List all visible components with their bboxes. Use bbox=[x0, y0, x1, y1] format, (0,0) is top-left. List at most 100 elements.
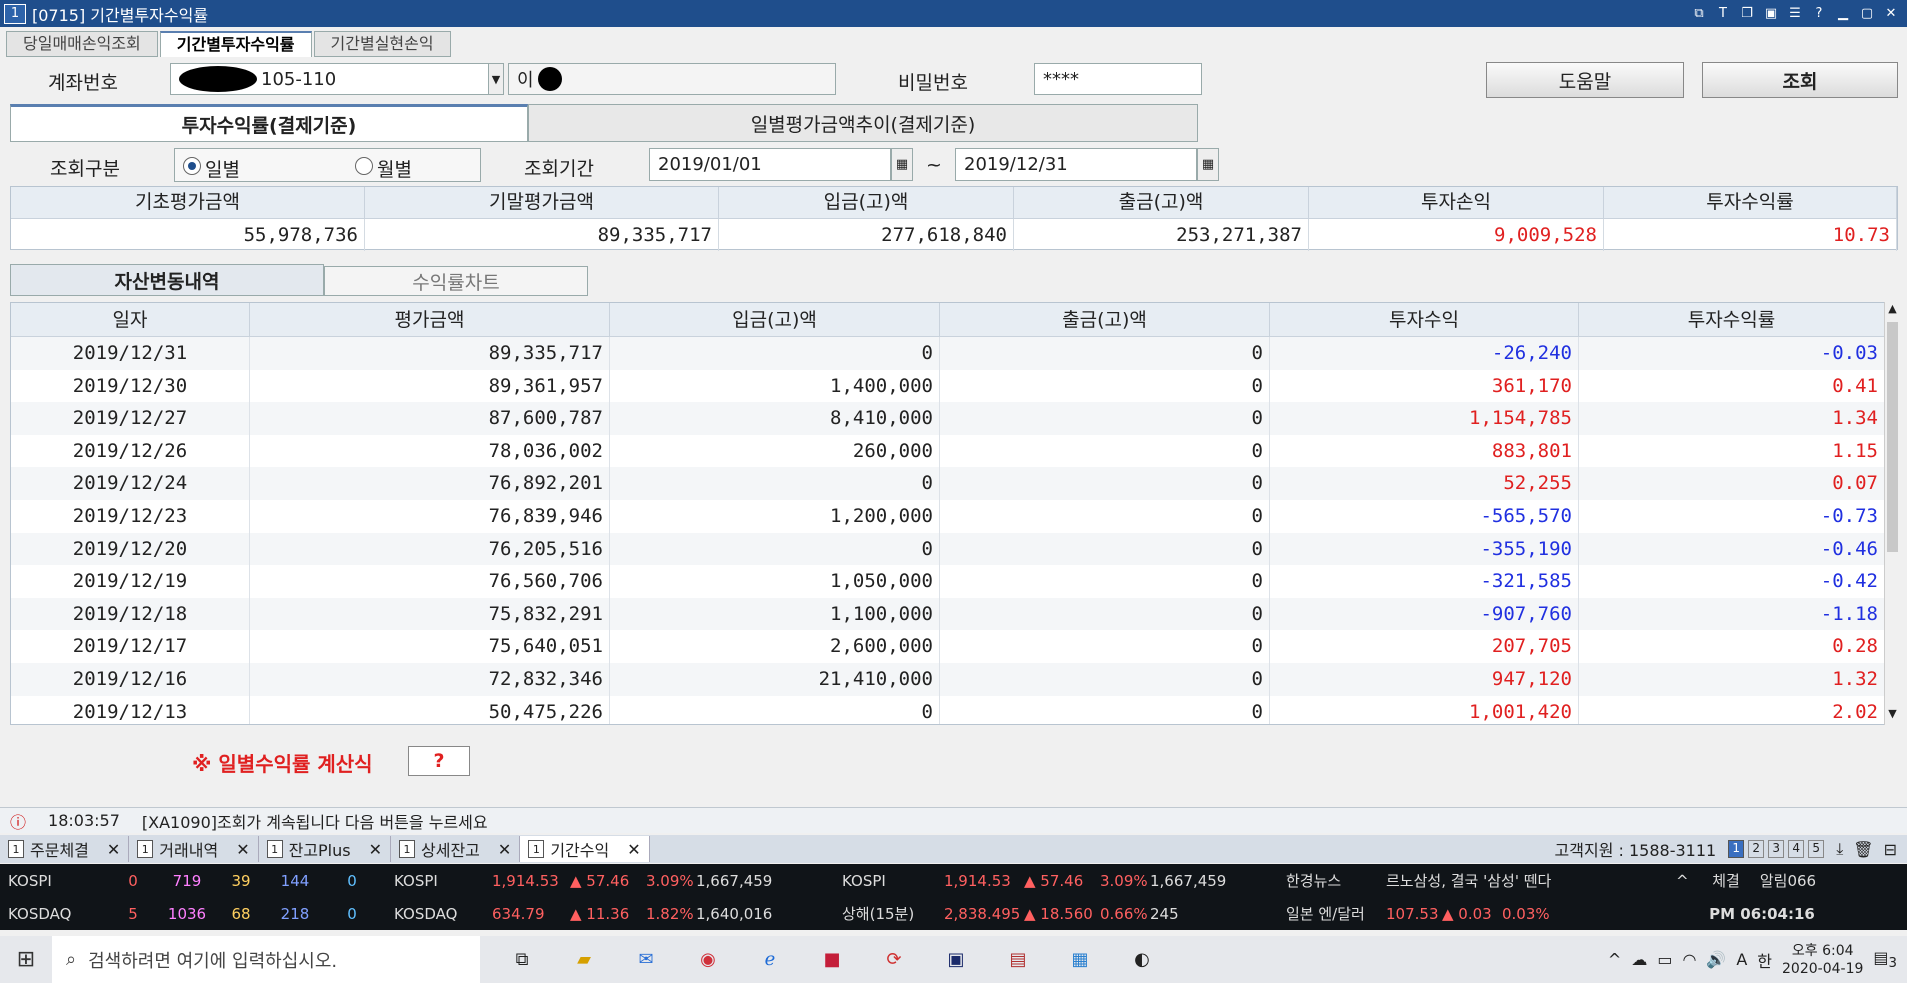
formula-button[interactable]: ? bbox=[408, 746, 470, 776]
tab-period-return[interactable]: 기간별투자수익률 bbox=[159, 31, 312, 57]
calendar-icon[interactable]: ▦ bbox=[891, 148, 913, 181]
ticker-value: 2,838.495 bbox=[944, 904, 1021, 923]
bottom-tab[interactable]: 1 거래내역 ✕ bbox=[129, 836, 259, 862]
bottom-tab[interactable]: 1 상세잔고 ✕ bbox=[391, 836, 521, 862]
table-row[interactable]: 2019/12/16 72,832,346 21,410,000 0 947,120 1.… bbox=[11, 662, 1885, 696]
page-num[interactable]: 5 bbox=[1808, 840, 1825, 858]
minimize-icon[interactable]: ▁ bbox=[1833, 4, 1853, 24]
table-row[interactable]: 2019/12/19 76,560,706 1,050,000 0 -321,585 -0… bbox=[11, 565, 1885, 598]
tab-return-chart[interactable]: 수익률차트 bbox=[324, 266, 588, 296]
edge-icon[interactable]: ℯ bbox=[748, 940, 792, 980]
wifi-icon[interactable]: ◠ bbox=[1682, 950, 1696, 969]
page-num[interactable]: 3 bbox=[1768, 840, 1785, 858]
chevron-up-icon[interactable]: ^ bbox=[1676, 872, 1700, 890]
account-field[interactable]: 105-110 bbox=[170, 63, 490, 95]
maximize-icon[interactable]: ▢ bbox=[1857, 4, 1877, 24]
search-box[interactable]: ⌕ 검색하려면 여기에 입력하십시오. bbox=[52, 936, 480, 983]
table-row[interactable]: 2019/12/31 89,335,717 0 0 -26,240 -0.03 bbox=[11, 337, 1885, 370]
summary-value: 89,335,717 bbox=[365, 219, 719, 251]
text-icon[interactable]: T bbox=[1713, 4, 1733, 24]
page-num[interactable]: 2 bbox=[1748, 840, 1765, 858]
browser-icon[interactable]: ◐ bbox=[1120, 940, 1164, 980]
tab-asset-changes[interactable]: 자산변동내역 bbox=[10, 264, 324, 296]
table-cell: 0 bbox=[940, 532, 1270, 566]
table-row[interactable]: 2019/12/20 76,205,516 0 0 -355,190 -0.46 bbox=[11, 532, 1885, 566]
tab-return-settle[interactable]: 투자수익률(결제기준) bbox=[10, 104, 528, 142]
page-num[interactable]: 1 bbox=[1728, 840, 1745, 858]
chat-app-icon[interactable]: ◉ bbox=[686, 940, 730, 980]
password-field[interactable]: **** bbox=[1034, 63, 1202, 95]
link-icon[interactable]: ⧉ bbox=[1689, 4, 1709, 24]
network-icon[interactable]: ☁ bbox=[1631, 950, 1647, 969]
table-cell: -355,190 bbox=[1270, 532, 1579, 566]
windows-start-icon[interactable]: ⊞ bbox=[0, 947, 52, 972]
query-button[interactable]: 조회 bbox=[1702, 62, 1898, 98]
grid-scrollbar[interactable]: ▲ ▼ bbox=[1884, 302, 1900, 725]
scroll-down-icon[interactable]: ▼ bbox=[1885, 707, 1900, 725]
page-num[interactable]: 4 bbox=[1788, 840, 1805, 858]
lang-indicator[interactable]: 한 bbox=[1757, 948, 1772, 972]
table-row[interactable]: 2019/12/24 76,892,201 0 0 52,255 0.07 bbox=[11, 467, 1885, 500]
ticker-fill-label[interactable]: 체결 bbox=[1700, 870, 1752, 891]
task-view-icon[interactable]: ⧉ bbox=[500, 940, 544, 980]
table-row[interactable]: 2019/12/13 50,475,226 0 0 1,001,420 2.02 bbox=[11, 695, 1885, 724]
start-date-input[interactable]: 2019/01/01 bbox=[649, 148, 891, 181]
table-row[interactable]: 2019/12/30 89,361,957 1,400,000 0 361,170 0.4… bbox=[11, 369, 1885, 403]
volume-icon[interactable]: 🔊 bbox=[1706, 950, 1726, 969]
table-cell: 0 bbox=[940, 402, 1270, 435]
sync-icon[interactable]: ⟳ bbox=[872, 940, 916, 980]
copy-icon[interactable]: ❐ bbox=[1737, 4, 1757, 24]
bottom-tab[interactable]: 1 주문체결 ✕ bbox=[0, 836, 130, 862]
table-row[interactable]: 2019/12/23 76,839,946 1,200,000 0 -565,570 -0… bbox=[11, 499, 1885, 533]
tab-daily-eval[interactable]: 일별평가금액추이(결제기준) bbox=[528, 104, 1198, 142]
notification-icon[interactable]: ▤3 bbox=[1873, 948, 1897, 971]
table-row[interactable]: 2019/12/26 78,036,002 260,000 0 883,801 1.15 bbox=[11, 434, 1885, 468]
download-icon[interactable]: ⤓ bbox=[1836, 839, 1843, 859]
battery-icon[interactable]: ▭ bbox=[1657, 950, 1672, 969]
mail-icon[interactable]: ✉ bbox=[624, 940, 668, 980]
help-icon[interactable]: ? bbox=[1809, 4, 1829, 24]
bottom-tab[interactable]: 1 잔고Plus ✕ bbox=[259, 836, 392, 862]
help-button[interactable]: 도움말 bbox=[1486, 62, 1684, 98]
bottom-tab-active[interactable]: 1 기간수익 ✕ bbox=[520, 836, 650, 862]
radio-daily[interactable] bbox=[183, 157, 201, 175]
folder-icon[interactable]: ▰ bbox=[562, 940, 606, 980]
radio-monthly[interactable] bbox=[355, 157, 373, 175]
ticker-alert-label[interactable]: 알림066 bbox=[1752, 870, 1824, 891]
close-icon[interactable]: ✕ bbox=[627, 840, 640, 859]
news-text[interactable]: 르노삼성, 결국 '삼성' 뗀다 bbox=[1386, 870, 1676, 891]
grid-col-header: 일자 bbox=[11, 303, 250, 336]
ime-indicator[interactable]: A bbox=[1736, 950, 1747, 969]
save-icon[interactable]: ▣ bbox=[1761, 4, 1781, 24]
calendar-icon[interactable]: ▦ bbox=[1197, 148, 1219, 181]
table-row[interactable]: 2019/12/27 87,600,787 8,410,000 0 1,154,785 1… bbox=[11, 402, 1885, 435]
summary-header: 투자수익률 bbox=[1604, 187, 1897, 219]
end-date-input[interactable]: 2019/12/31 bbox=[955, 148, 1197, 181]
table-cell: 2019/12/23 bbox=[11, 499, 250, 533]
grid-col-header: 평가금액 bbox=[250, 303, 610, 336]
close-icon[interactable]: ✕ bbox=[369, 840, 382, 859]
ticker-value: 1,914.53 bbox=[492, 871, 559, 890]
close-icon[interactable]: ✕ bbox=[107, 840, 120, 859]
tab-period-realized[interactable]: 기간별실현손익 bbox=[313, 31, 451, 57]
chevron-up-icon[interactable]: ^ bbox=[1608, 950, 1621, 969]
table-row[interactable]: 2019/12/17 75,640,051 2,600,000 0 207,705 0.2… bbox=[11, 630, 1885, 663]
close-icon[interactable]: ✕ bbox=[1881, 4, 1901, 24]
news-app-icon[interactable]: ▤ bbox=[996, 940, 1040, 980]
app-icon[interactable]: ■ bbox=[810, 940, 854, 980]
news-label: 한경뉴스 bbox=[1286, 872, 1342, 890]
tab-daily-pnl[interactable]: 당일매매손익조회 bbox=[6, 31, 158, 57]
close-icon[interactable]: ✕ bbox=[236, 840, 249, 859]
photos-icon[interactable]: ▦ bbox=[1058, 940, 1102, 980]
system-clock[interactable]: 오후 6:04 2020-04-19 bbox=[1782, 942, 1863, 978]
window-icon[interactable]: ⊟ bbox=[1884, 840, 1897, 859]
scroll-thumb[interactable] bbox=[1887, 322, 1898, 552]
scroll-up-icon[interactable]: ▲ bbox=[1885, 302, 1900, 320]
trash-icon[interactable]: 🗑 bbox=[1853, 840, 1873, 859]
list-icon[interactable]: ☰ bbox=[1785, 4, 1805, 24]
table-cell: 75,832,291 bbox=[250, 597, 610, 631]
close-icon[interactable]: ✕ bbox=[498, 840, 511, 859]
chevron-down-icon[interactable]: ▼ bbox=[488, 63, 504, 95]
table-row[interactable]: 2019/12/18 75,832,291 1,100,000 0 -907,760 -1… bbox=[11, 597, 1885, 631]
hts-icon[interactable]: ▣ bbox=[934, 940, 978, 980]
